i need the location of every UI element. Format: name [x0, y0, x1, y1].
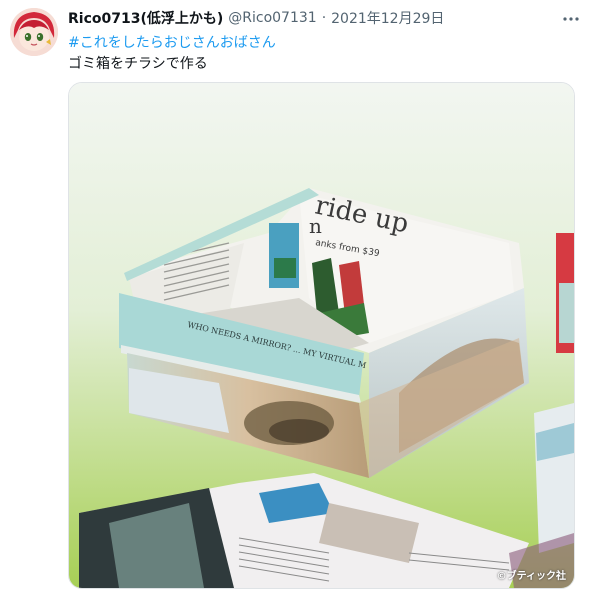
more-horizontal-icon[interactable] — [560, 8, 582, 30]
photo-credit: ©ブティック社 — [496, 571, 566, 582]
magazine-subline: n — [309, 214, 322, 238]
tweet-date[interactable]: 2021年12月29日 — [331, 8, 444, 28]
avatar[interactable] — [10, 8, 58, 56]
tweet-text: ゴミ箱をチラシで作る — [68, 56, 208, 72]
user-handle[interactable]: @Rico07131 — [228, 10, 316, 26]
action-bar-partial — [68, 594, 78, 602]
tweet-photo[interactable]: ride up n anks from $39 WHO NEEDS A MIRR… — [68, 82, 575, 589]
tweet-header: Rico0713(低浮上かも) @Rico07131 · 2021年12月29日 — [68, 8, 562, 28]
separator-dot: · — [321, 10, 327, 26]
hashtag-link[interactable]: #これをしたらおじさんおばさん — [68, 32, 276, 52]
display-name[interactable]: Rico0713(低浮上かも) — [68, 8, 223, 28]
